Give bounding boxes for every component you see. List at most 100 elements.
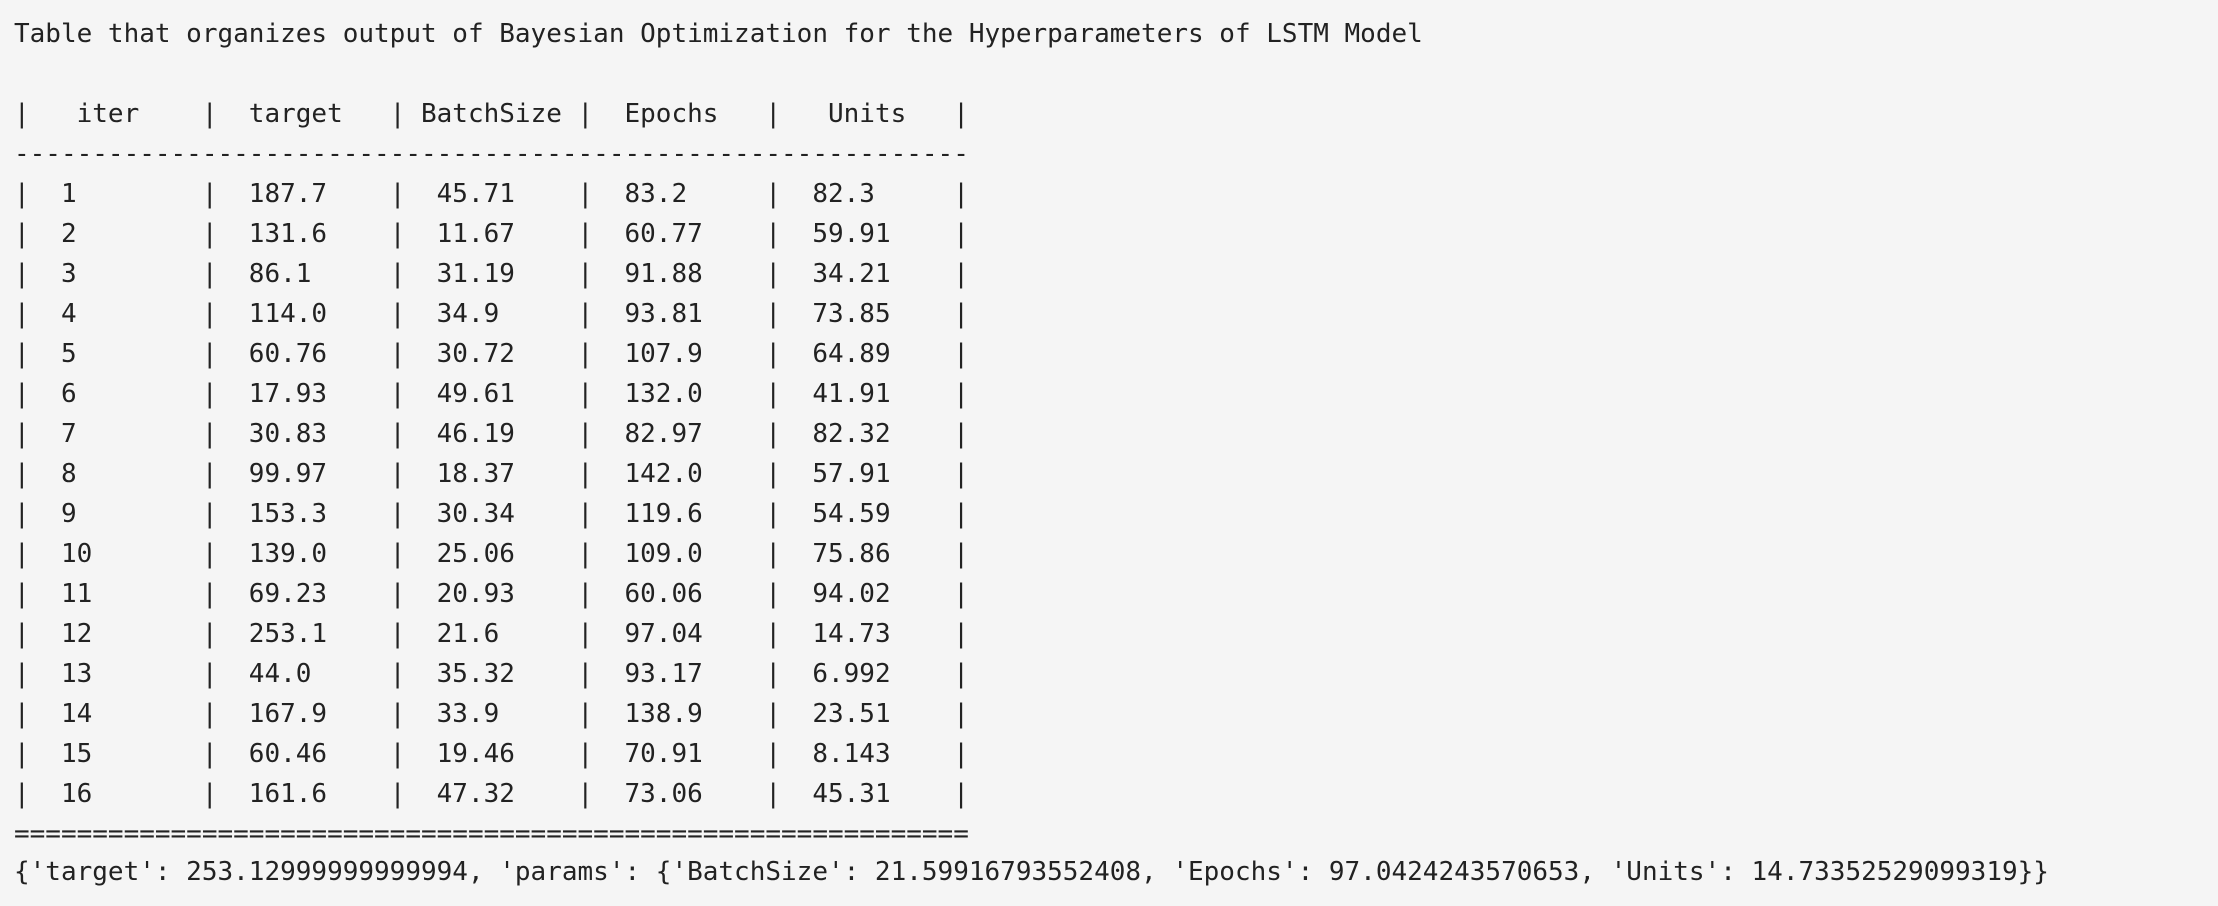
table-header-cell: target	[217, 99, 390, 129]
table-cell: 138.9	[593, 699, 766, 729]
table-cell: 82.97	[593, 419, 766, 449]
table-cell: 107.9	[593, 339, 766, 369]
table-cell: 131.6	[217, 219, 390, 249]
table-cell: 60.06	[593, 579, 766, 609]
table-cell: 86.1	[217, 259, 390, 289]
table-header-cell: Units	[781, 99, 954, 129]
table-cell: 46.19	[405, 419, 578, 449]
table-cell: 253.1	[217, 619, 390, 649]
table-cell: 142.0	[593, 459, 766, 489]
table-cell: 59.91	[781, 219, 954, 249]
table-cell: 16	[29, 779, 202, 809]
table-cell: 60.77	[593, 219, 766, 249]
table-cell: 54.59	[781, 499, 954, 529]
table-header-cell: Epochs	[593, 99, 766, 129]
table-cell: 64.89	[781, 339, 954, 369]
table-header-cell: BatchSize	[405, 99, 578, 129]
table-cell: 41.91	[781, 379, 954, 409]
table-cell: 109.0	[593, 539, 766, 569]
table-cell: 114.0	[217, 299, 390, 329]
table-cell: 153.3	[217, 499, 390, 529]
table-cell: 11	[29, 579, 202, 609]
table-cell: 17.93	[217, 379, 390, 409]
table-cell: 14.73	[781, 619, 954, 649]
table-cell: 44.0	[217, 659, 390, 689]
table-row: | 8 | 99.97 | 18.37 | 142.0 | 57.91 |	[14, 459, 969, 489]
table-cell: 2	[29, 219, 202, 249]
table-cell: 13	[29, 659, 202, 689]
table-cell: 8.143	[781, 739, 954, 769]
table-row: | 6 | 17.93 | 49.61 | 132.0 | 41.91 |	[14, 379, 969, 409]
table-cell: 82.32	[781, 419, 954, 449]
table-cell: 11.67	[405, 219, 578, 249]
table-cell: 45.31	[781, 779, 954, 809]
table-cell: 73.85	[781, 299, 954, 329]
table-cell: 97.04	[593, 619, 766, 649]
table-cell: 25.06	[405, 539, 578, 569]
table-cell: 93.81	[593, 299, 766, 329]
table-row: | 16 | 161.6 | 47.32 | 73.06 | 45.31 |	[14, 779, 969, 809]
table-cell: 57.91	[781, 459, 954, 489]
table-footer-divider: ========================================…	[14, 819, 969, 849]
table-cell: 161.6	[217, 779, 390, 809]
table-cell: 73.06	[593, 779, 766, 809]
table-cell: 10	[29, 539, 202, 569]
table-cell: 18.37	[405, 459, 578, 489]
table-cell: 94.02	[781, 579, 954, 609]
table-row: | 1 | 187.7 | 45.71 | 83.2 | 82.3 |	[14, 179, 969, 209]
table-cell: 70.91	[593, 739, 766, 769]
table-cell: 45.71	[405, 179, 578, 209]
table-cell: 99.97	[217, 459, 390, 489]
table-cell: 21.6	[405, 619, 578, 649]
table-cell: 20.93	[405, 579, 578, 609]
table-cell: 30.83	[217, 419, 390, 449]
table-cell: 69.23	[217, 579, 390, 609]
table-cell: 9	[29, 499, 202, 529]
table-row: | 5 | 60.76 | 30.72 | 107.9 | 64.89 |	[14, 339, 969, 369]
table-row: | 12 | 253.1 | 21.6 | 97.04 | 14.73 |	[14, 619, 969, 649]
table-row: | 10 | 139.0 | 25.06 | 109.0 | 75.86 |	[14, 539, 969, 569]
table-cell: 83.2	[593, 179, 766, 209]
table-cell: 119.6	[593, 499, 766, 529]
table-header-row: | iter | target | BatchSize | Epochs | U…	[14, 99, 969, 129]
table-cell: 33.9	[405, 699, 578, 729]
table-cell: 8	[29, 459, 202, 489]
table-row: | 13 | 44.0 | 35.32 | 93.17 | 6.992 |	[14, 659, 969, 689]
table-cell: 6	[29, 379, 202, 409]
table-cell: 4	[29, 299, 202, 329]
table-row: | 9 | 153.3 | 30.34 | 119.6 | 54.59 |	[14, 499, 969, 529]
table-cell: 49.61	[405, 379, 578, 409]
table-row: | 2 | 131.6 | 11.67 | 60.77 | 59.91 |	[14, 219, 969, 249]
table-cell: 12	[29, 619, 202, 649]
table-cell: 14	[29, 699, 202, 729]
table-cell: 47.32	[405, 779, 578, 809]
table-header-cell: iter	[29, 99, 202, 129]
results-table: | iter | target | BatchSize | Epochs | U…	[14, 94, 969, 854]
table-cell: 30.34	[405, 499, 578, 529]
table-cell: 34.21	[781, 259, 954, 289]
table-cell: 31.19	[405, 259, 578, 289]
table-cell: 132.0	[593, 379, 766, 409]
table-cell: 60.46	[217, 739, 390, 769]
table-row: | 7 | 30.83 | 46.19 | 82.97 | 82.32 |	[14, 419, 969, 449]
table-cell: 1	[29, 179, 202, 209]
output-title: Table that organizes output of Bayesian …	[14, 19, 1423, 49]
table-row: | 15 | 60.46 | 19.46 | 70.91 | 8.143 |	[14, 739, 969, 769]
table-cell: 19.46	[405, 739, 578, 769]
table-cell: 167.9	[217, 699, 390, 729]
table-cell: 82.3	[781, 179, 954, 209]
table-row: | 11 | 69.23 | 20.93 | 60.06 | 94.02 |	[14, 579, 969, 609]
table-cell: 30.72	[405, 339, 578, 369]
table-cell: 3	[29, 259, 202, 289]
table-cell: 5	[29, 339, 202, 369]
table-row: | 14 | 167.9 | 33.9 | 138.9 | 23.51 |	[14, 699, 969, 729]
table-cell: 23.51	[781, 699, 954, 729]
table-cell: 34.9	[405, 299, 578, 329]
table-cell: 15	[29, 739, 202, 769]
table-header-divider: ----------------------------------------…	[14, 139, 969, 169]
table-cell: 91.88	[593, 259, 766, 289]
table-cell: 6.992	[781, 659, 954, 689]
table-row: | 3 | 86.1 | 31.19 | 91.88 | 34.21 |	[14, 259, 969, 289]
table-cell: 139.0	[217, 539, 390, 569]
table-cell: 75.86	[781, 539, 954, 569]
